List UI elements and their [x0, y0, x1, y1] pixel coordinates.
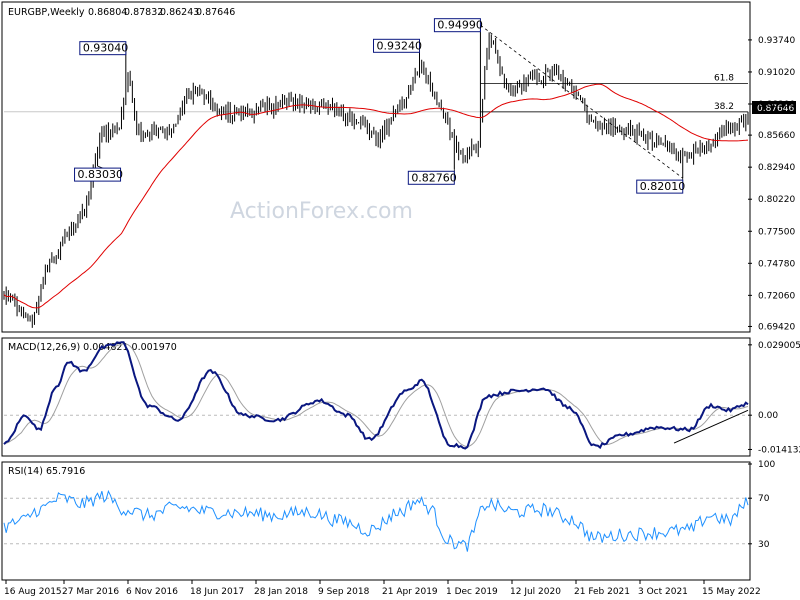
chart-root: EURGBP,Weekly 0.86804 0.87832 0.86243 0.… [0, 0, 800, 600]
price-y-tick-label: 0.93740 [758, 36, 795, 46]
moving-average [3, 83, 749, 309]
ohlc-low: 0.86243 [160, 7, 199, 18]
price-y-tick-label: 0.72060 [758, 291, 795, 301]
x-tick-label: 9 Sep 2018 [318, 587, 370, 597]
rsi-line [3, 489, 749, 552]
x-tick-label: 6 Nov 2016 [126, 587, 178, 597]
price-annotation-label: 0.83030 [78, 168, 124, 181]
rsi-line [3, 489, 749, 552]
x-tick-label: 15 May 2022 [702, 587, 761, 597]
price-annotation-label: 0.82760 [411, 171, 457, 184]
x-axis-labels: 16 Aug 2015 27 Mar 2016 6 Nov 2016 18 Jun 2… [4, 580, 761, 597]
macd-panel-frame [1, 337, 751, 457]
price-y-tick-label: 0.88300 [758, 100, 795, 110]
price-y-tick-label: 0.82940 [758, 163, 795, 173]
x-tick-label: 28 Jan 2018 [254, 587, 308, 597]
ohlc-close: 0.87646 [196, 7, 235, 18]
x-tick-label: 3 Oct 2021 [638, 587, 688, 597]
macd-line [3, 341, 749, 450]
macd-y-tick-label: -0.014132 [758, 445, 800, 455]
price-y-tick-label: 0.69420 [758, 322, 795, 332]
price-y-tick-label: 0.74780 [758, 259, 795, 269]
ohlc-open: 0.86804 [88, 7, 127, 18]
x-tick-label: 16 Aug 2015 [4, 587, 62, 597]
fib-level-label: 38.2 [714, 102, 734, 112]
price-annotation-label: 0.82010 [640, 180, 686, 193]
price-annotation-label: 0.94990 [437, 19, 483, 32]
price-panel-title: EURGBP,Weekly [8, 7, 85, 18]
x-tick-label: 21 Apr 2019 [382, 587, 438, 597]
macd-lines [3, 341, 749, 450]
macd-y-tick-label: 0.029005 [758, 341, 800, 351]
price-y-tick-label: 0.80220 [758, 195, 795, 205]
rsi-y-tick-label: 100 [758, 460, 775, 470]
x-tick-label: 21 Feb 2021 [574, 587, 630, 597]
x-tick-label: 1 Dec 2019 [446, 587, 498, 597]
macd-y-tick-label: 0.00 [758, 411, 778, 421]
x-tick-label: 12 Jul 2020 [510, 587, 561, 597]
price-y-tick-label: 0.77500 [758, 227, 795, 237]
price-annotation-label: 0.93240 [377, 39, 423, 52]
price-y-tick-label: 0.91020 [758, 68, 795, 78]
rsi-panel-frame [1, 461, 751, 581]
rsi-y-tick-label: 30 [758, 540, 770, 550]
price-y-tick-label: 0.85660 [758, 131, 795, 141]
x-tick-label: 18 Jun 2017 [190, 587, 244, 597]
watermark: ActionForex.com [230, 199, 413, 224]
macd-panel-title: MACD(12,26,9) 0.004821 0.001970 [8, 342, 177, 353]
price-annotations: 0.93040 0.83030 0.93240 0.82760 0.94990 0.820… [74, 18, 686, 194]
macd-signal-line [3, 343, 749, 448]
rsi-y-tick-label: 70 [758, 494, 770, 504]
price-annotation-label: 0.93040 [83, 42, 128, 55]
chart-svg: EURGBP,Weekly 0.86804 0.87832 0.86243 0.… [1, 1, 800, 597]
moving-average-line [3, 83, 749, 309]
rsi-panel-title: RSI(14) 65.7916 [8, 466, 85, 477]
fib-level-label: 61.8 [714, 74, 734, 84]
x-tick-label: 27 Mar 2016 [62, 587, 119, 597]
ohlc-high: 0.87832 [124, 7, 163, 18]
